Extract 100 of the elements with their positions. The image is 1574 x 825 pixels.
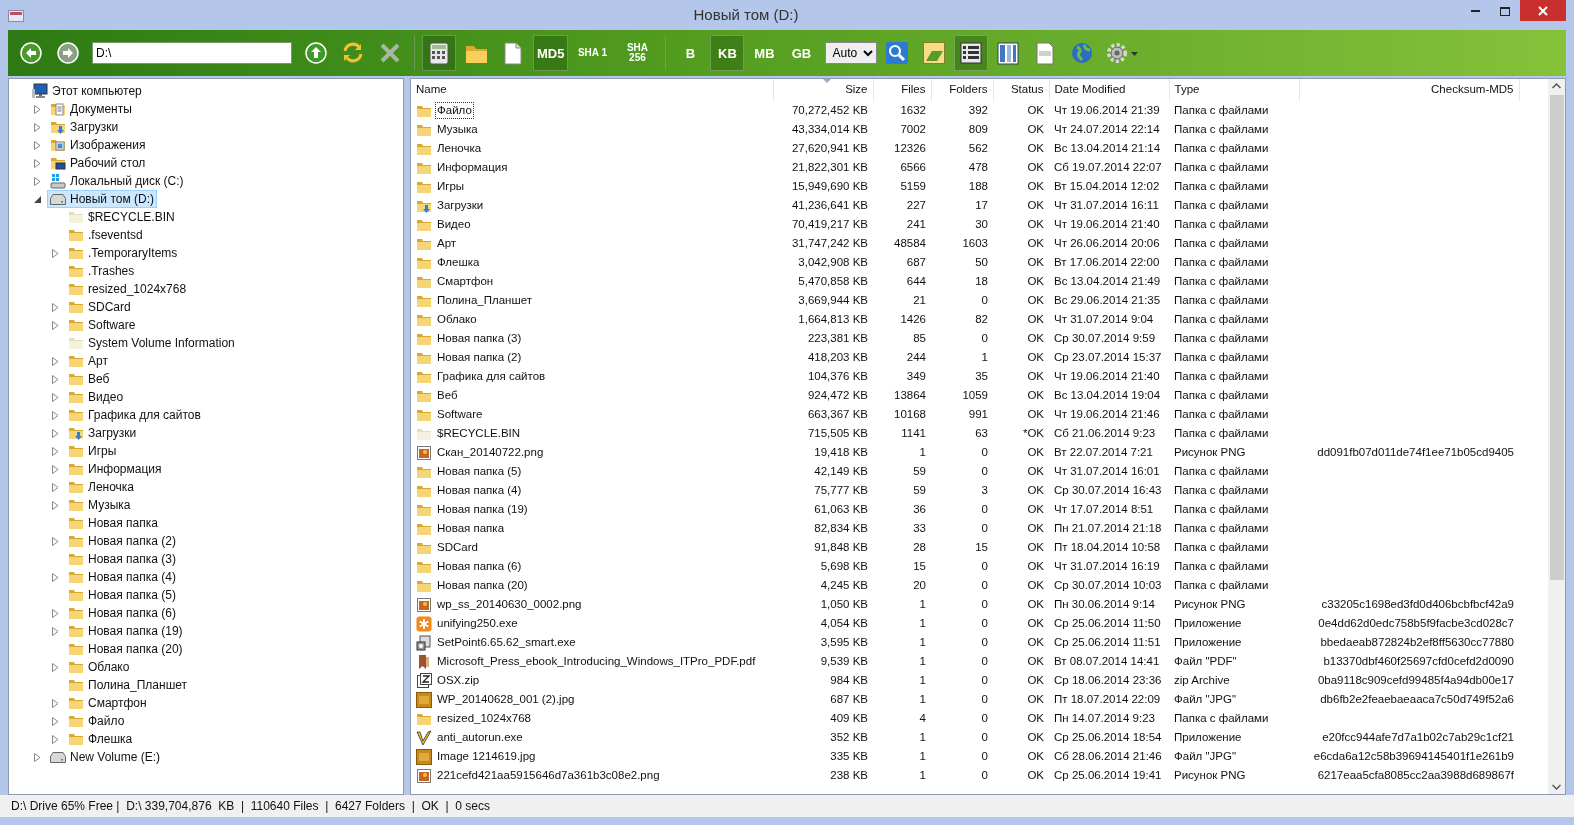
expand-arrow-icon[interactable] (51, 482, 59, 492)
tree-item[interactable]: Веб (65, 370, 113, 388)
collapse-arrow-icon[interactable] (33, 195, 41, 203)
calculator-button[interactable] (422, 35, 456, 71)
tree-item[interactable]: SDCard (65, 298, 134, 316)
file-name[interactable]: resized_1024x768 (435, 710, 533, 727)
expand-arrow-icon[interactable] (51, 500, 59, 510)
column-header[interactable]: Date Modified (1049, 79, 1169, 101)
size-unit-dropdown[interactable]: Auto (825, 42, 878, 64)
file-name[interactable]: Новая папка (20) (435, 577, 530, 594)
file-name[interactable]: Microsoft_Press_ebook_Introducing_Windows_ITPro_PDF.pdf (435, 653, 758, 670)
tree-item[interactable]: Новая папка (6) (65, 604, 179, 622)
column-header[interactable]: Status (993, 79, 1049, 101)
tree-item[interactable]: $RECYCLE.BIN (65, 208, 178, 226)
file-name[interactable]: OSX.zip (435, 672, 482, 689)
tree-item[interactable]: Локальный диск (C:) (47, 172, 187, 190)
column-header[interactable]: Name (411, 79, 773, 101)
file-name[interactable]: WP_20140628_001 (2).jpg (435, 691, 577, 708)
file-name[interactable]: Новая папка (4) (435, 482, 524, 499)
file-name[interactable]: Леночка (435, 140, 484, 157)
expand-arrow-icon[interactable] (51, 356, 59, 366)
file-name[interactable]: wp_ss_20140630_0002.png (435, 596, 584, 613)
tree-item[interactable]: Новый том (D:) (47, 190, 157, 208)
tree-item[interactable]: Арт (65, 352, 111, 370)
expand-arrow-icon[interactable] (51, 626, 59, 636)
tree-item[interactable]: Новая папка (65, 514, 161, 532)
tree-item[interactable]: Новая папка (4) (65, 568, 179, 586)
expand-arrow-icon[interactable] (51, 572, 59, 582)
column-header[interactable]: Folders (931, 79, 993, 101)
file-name[interactable]: Image 1214619.jpg (435, 748, 538, 765)
file-name[interactable]: Загрузки (435, 197, 486, 214)
tree-item[interactable]: Флешка (65, 730, 136, 748)
tree-item[interactable]: Музыка (65, 496, 134, 514)
file-name[interactable]: Полина_Планшет (435, 292, 534, 309)
address-field[interactable]: D:\ (92, 42, 292, 64)
file-name[interactable]: Игры (435, 178, 467, 195)
expand-arrow-icon[interactable] (51, 374, 59, 384)
column-header[interactable]: Type (1169, 79, 1299, 101)
expand-arrow-icon[interactable] (33, 122, 41, 132)
hash-button[interactable]: SHA 1 (571, 35, 614, 71)
file-name[interactable]: anti_autorun.exe (435, 729, 525, 746)
tree-item[interactable]: Графика для сайтов (65, 406, 204, 424)
tree-item[interactable]: Файло (65, 712, 128, 730)
file-name[interactable]: Новая папка (2) (435, 349, 524, 366)
expand-arrow-icon[interactable] (51, 248, 59, 258)
file-name[interactable]: Видео (435, 216, 473, 233)
expand-arrow-icon[interactable] (51, 446, 59, 456)
tree-item[interactable]: Игры (65, 442, 120, 460)
expand-arrow-icon[interactable] (33, 158, 41, 168)
unit-button[interactable]: MD5 (533, 35, 569, 71)
tree-item[interactable]: Информация (65, 460, 165, 478)
hash-button[interactable]: SHA 256 (616, 35, 659, 71)
tree-item[interactable]: Новая папка (2) (65, 532, 179, 550)
tree-item[interactable]: Новая папка (20) (65, 640, 186, 658)
unit-button[interactable]: KB (710, 35, 745, 71)
expand-arrow-icon[interactable] (51, 536, 59, 546)
tree-item[interactable]: .TemporaryItems (65, 244, 181, 262)
file-name[interactable]: $RECYCLE.BIN (435, 425, 523, 442)
column-header[interactable]: Checksum-MD5 (1299, 79, 1519, 101)
file-name[interactable]: Скан_20140722.png (435, 444, 546, 461)
tree-item[interactable]: Этот компьютер (29, 82, 145, 100)
file-name[interactable]: Флешка (435, 254, 482, 271)
expand-arrow-icon[interactable] (33, 140, 41, 150)
tree-item[interactable]: Документы (47, 100, 135, 118)
expand-arrow-icon[interactable] (51, 698, 59, 708)
tree-item[interactable]: Смартфон (65, 694, 150, 712)
file-name[interactable]: Музыка (435, 121, 480, 138)
expand-arrow-icon[interactable] (33, 176, 41, 186)
tree-item[interactable]: Загрузки (65, 424, 140, 442)
expand-arrow-icon[interactable] (51, 302, 59, 312)
file-name[interactable]: Файло (435, 102, 474, 119)
tree-item[interactable]: Новая папка (5) (65, 586, 179, 604)
tree-item[interactable]: Рабочий стол (47, 154, 149, 172)
file-name[interactable]: Новая папка (5) (435, 463, 524, 480)
file-name[interactable]: Информация (435, 159, 510, 176)
file-name[interactable]: Графика для сайтов (435, 368, 548, 385)
file-name[interactable]: SDCard (435, 539, 480, 556)
tree-item[interactable]: Новая папка (19) (65, 622, 186, 640)
file-name[interactable]: Новая папка (19) (435, 501, 530, 518)
tree-item[interactable]: New Volume (E:) (47, 748, 164, 766)
tree-item[interactable]: resized_1024x768 (65, 280, 190, 298)
expand-arrow-icon[interactable] (51, 608, 59, 618)
expand-arrow-icon[interactable] (51, 410, 59, 420)
file-name[interactable]: Новая папка (6) (435, 558, 524, 575)
file-name[interactable]: Веб (435, 387, 460, 404)
tree-item[interactable]: Облако (65, 658, 133, 676)
tree-item[interactable]: Леночка (65, 478, 138, 496)
expand-arrow-icon[interactable] (51, 464, 59, 474)
grid-button[interactable] (954, 35, 989, 71)
scrollbar-thumb[interactable] (1549, 95, 1564, 580)
file-name[interactable]: SetPoint6.65.62_smart.exe (435, 634, 578, 651)
expand-arrow-icon[interactable] (33, 104, 41, 114)
tree-item[interactable]: Software (65, 316, 139, 334)
vertical-scrollbar[interactable] (1548, 79, 1565, 794)
file-name[interactable]: Новая папка (435, 520, 507, 537)
tree-item[interactable]: Новая папка (3) (65, 550, 179, 568)
expand-arrow-icon[interactable] (51, 734, 59, 744)
expand-arrow-icon[interactable] (51, 320, 59, 330)
column-header[interactable]: Size (773, 79, 873, 101)
tree-item[interactable]: Изображения (47, 136, 149, 154)
